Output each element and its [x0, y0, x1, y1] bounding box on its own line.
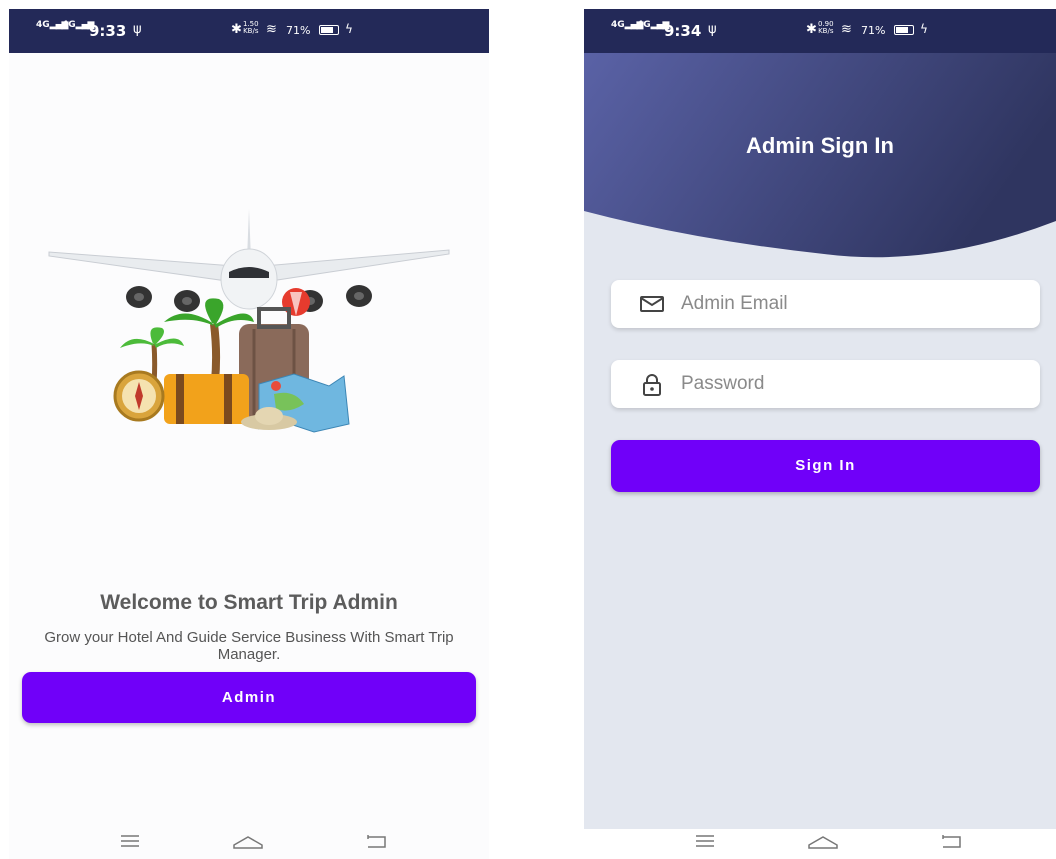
- welcome-subtitle: Grow your Hotel And Guide Service Busine…: [44, 629, 454, 663]
- wifi-icon: ≋: [841, 22, 852, 37]
- status-time: 9:33: [89, 22, 127, 40]
- bluetooth-icon: ✱: [806, 22, 817, 37]
- signin-header: [584, 53, 1056, 258]
- email-field[interactable]: Admin Email: [611, 280, 1040, 328]
- menu-icon[interactable]: [119, 831, 141, 851]
- password-placeholder: Password: [681, 373, 765, 394]
- navigation-bar: [9, 829, 489, 859]
- network-speed: 1.50 KB/s: [243, 21, 259, 35]
- home-icon[interactable]: [231, 831, 265, 853]
- admin-button[interactable]: Admin: [22, 672, 476, 723]
- signin-screen: 4G▂▄▆ 4G▂▄▆ 9:34 ψ ✱ 0.90 KB/s ≋ 71% ϟ Ad…: [584, 9, 1056, 859]
- status-bar: 4G▂▄▆ 4G▂▄▆ 9:33 ψ ✱ 1.50 KB/s ≋ 71% ϟ: [9, 9, 489, 53]
- usb-icon: ψ: [133, 22, 142, 37]
- status-time: 9:34: [664, 22, 702, 40]
- welcome-screen: 4G▂▄▆ 4G▂▄▆ 9:33 ψ ✱ 1.50 KB/s ≋ 71% ϟ W…: [9, 9, 489, 859]
- charging-icon: ϟ: [345, 22, 353, 36]
- menu-icon[interactable]: [694, 831, 716, 851]
- signal-label: 4G: [637, 20, 651, 30]
- speed-unit: KB/s: [818, 27, 834, 35]
- signal-label: 4G: [36, 20, 50, 30]
- wifi-icon: ≋: [266, 22, 277, 37]
- back-icon[interactable]: [939, 831, 963, 851]
- battery-percent: 71%: [861, 24, 886, 37]
- signin-button[interactable]: Sign In: [611, 440, 1040, 492]
- signal-label: 4G: [62, 20, 76, 30]
- battery-percent: 71%: [286, 24, 311, 37]
- navigation-bar: [584, 829, 1056, 859]
- network-speed: 0.90 KB/s: [818, 21, 834, 35]
- charging-icon: ϟ: [920, 22, 928, 36]
- lock-icon: [643, 374, 661, 396]
- battery-icon: [319, 25, 339, 35]
- password-field[interactable]: Password: [611, 360, 1040, 408]
- travel-illustration: [48, 209, 450, 433]
- status-bar: 4G▂▄▆ 4G▂▄▆ 9:34 ψ ✱ 0.90 KB/s ≋ 71% ϟ: [584, 9, 1056, 53]
- signal-label: 4G: [611, 20, 625, 30]
- signin-title: Admin Sign In: [746, 133, 894, 158]
- usb-icon: ψ: [708, 22, 717, 37]
- bluetooth-icon: ✱: [231, 22, 242, 37]
- battery-icon: [894, 25, 914, 35]
- back-icon[interactable]: [364, 831, 388, 851]
- welcome-title: Welcome to Smart Trip Admin: [100, 591, 398, 614]
- mail-icon: [640, 296, 664, 312]
- home-icon[interactable]: [806, 831, 840, 853]
- email-placeholder: Admin Email: [681, 293, 788, 314]
- speed-unit: KB/s: [243, 27, 259, 35]
